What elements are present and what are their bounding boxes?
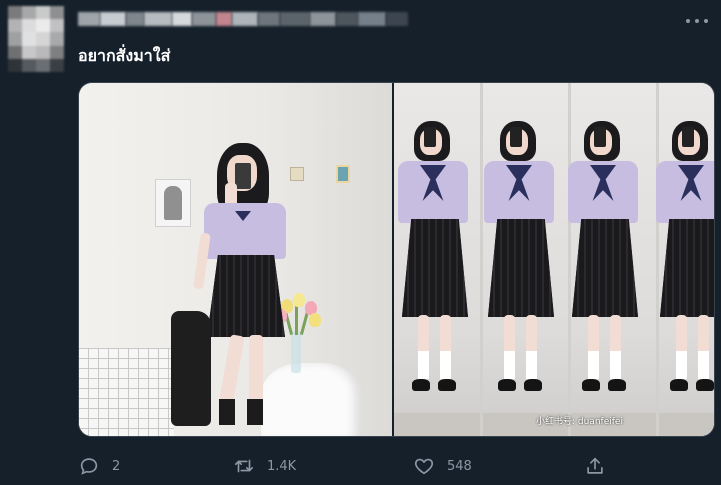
share-icon [587, 457, 603, 474]
heart-icon [414, 458, 434, 475]
like-button[interactable]: 548 [413, 455, 472, 477]
author-name-redacted[interactable] [78, 10, 418, 28]
retweet-count: 1.4K [267, 458, 297, 474]
tweet-actions: 2 1.4K 548 [78, 455, 618, 477]
like-count: 548 [447, 458, 472, 474]
share-button[interactable] [584, 455, 606, 477]
tweet[interactable]: อยากสั่งมาใส่ 小红书号: duanfeifei 2 1.4K 54… [0, 0, 721, 485]
reply-icon [80, 458, 98, 475]
bed [79, 348, 174, 436]
reply-count: 2 [112, 458, 121, 474]
more-options-icon[interactable] [686, 16, 708, 26]
reply-button[interactable]: 2 [78, 455, 120, 477]
retweet-button[interactable]: 1.4K [233, 455, 296, 477]
tweet-media [78, 82, 715, 437]
avatar[interactable] [8, 6, 64, 72]
side-table [261, 363, 361, 436]
retweet-icon [234, 459, 254, 473]
tweet-photo-2[interactable] [394, 83, 714, 436]
wall-poster [155, 179, 191, 227]
photo-watermark: 小红书号: duanfeifei [536, 417, 623, 427]
tweet-text: อยากสั่งมาใส่ [78, 46, 171, 65]
tweet-photo-1[interactable] [79, 83, 392, 436]
